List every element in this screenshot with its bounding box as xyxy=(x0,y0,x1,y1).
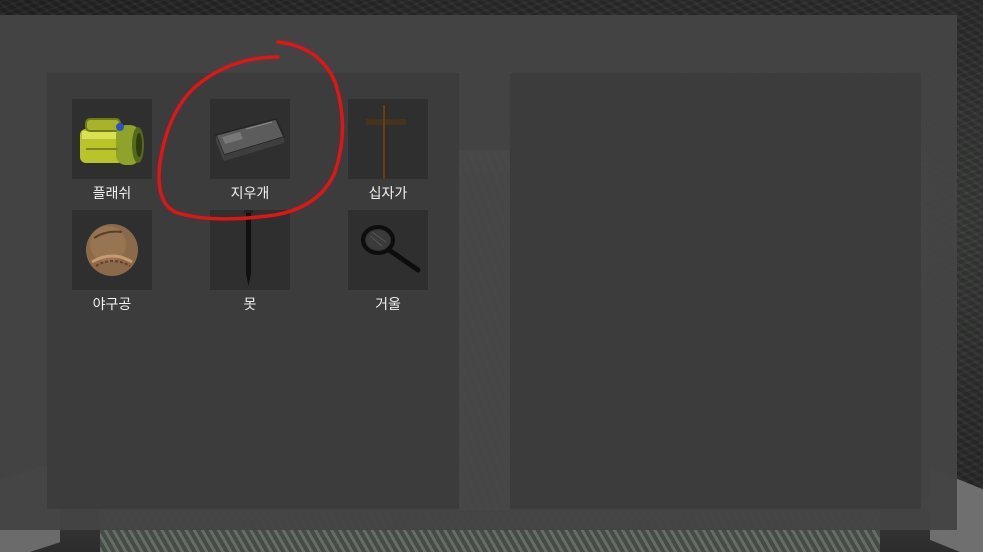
inventory-slot-nail[interactable]: 못 xyxy=(210,210,290,313)
slot-box[interactable] xyxy=(348,99,428,179)
slot-label: 못 xyxy=(243,297,257,313)
inventory-slot-flashlight[interactable]: 플래쉬 xyxy=(72,99,152,202)
slot-box[interactable] xyxy=(72,210,152,290)
slot-label: 야구공 xyxy=(92,297,132,313)
inventory-slot-baseball[interactable]: 야구공 xyxy=(72,210,152,313)
game-scene: 플래쉬 지우개 십자가 야구공 못 거울 xyxy=(0,0,983,552)
inventory-slot-eraser[interactable]: 지우개 xyxy=(210,99,290,202)
item-grid-panel: 플래쉬 지우개 십자가 야구공 못 거울 xyxy=(47,73,459,509)
slot-box[interactable] xyxy=(210,99,290,179)
baseball-icon xyxy=(86,224,138,276)
slot-label: 지우개 xyxy=(230,186,270,202)
cross-icon xyxy=(366,105,406,179)
slot-label: 거울 xyxy=(375,297,401,313)
slot-label: 플래쉬 xyxy=(92,186,132,202)
nail-icon xyxy=(244,210,253,286)
flashlight-icon xyxy=(80,118,144,165)
slot-box[interactable] xyxy=(348,210,428,290)
hand-mirror-icon xyxy=(361,225,421,273)
slot-label: 십자가 xyxy=(368,186,408,202)
eraser-icon xyxy=(214,118,286,161)
slot-box[interactable] xyxy=(210,210,290,290)
item-detail-panel xyxy=(510,73,921,509)
inventory-slot-mirror[interactable]: 거울 xyxy=(348,210,428,313)
inventory-slot-cross[interactable]: 십자가 xyxy=(348,99,428,202)
slot-box[interactable] xyxy=(72,99,152,179)
